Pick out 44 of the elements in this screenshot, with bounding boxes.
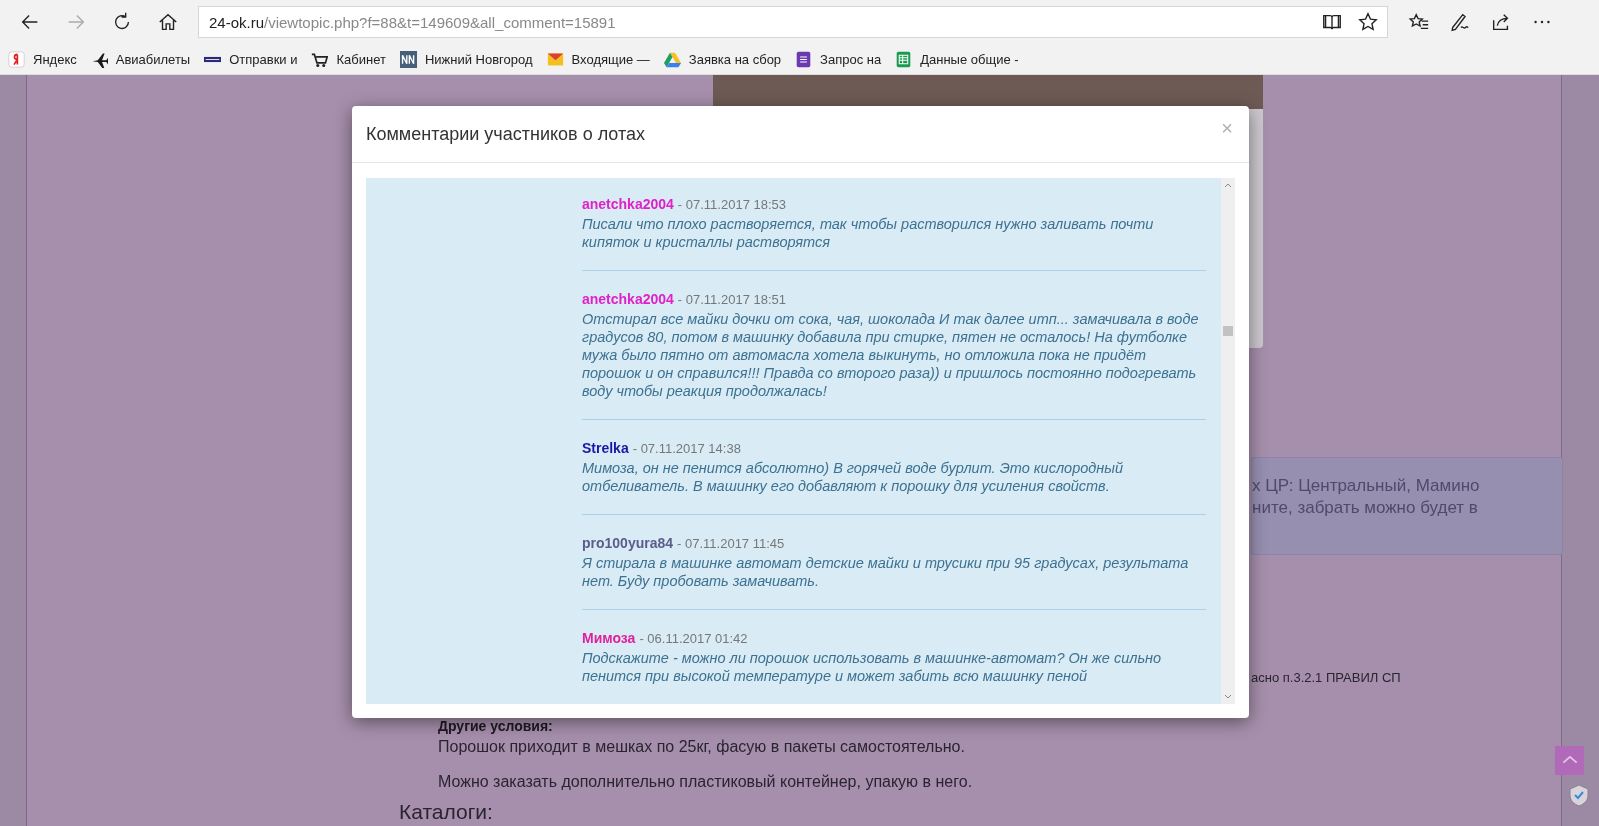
scroll-thumb[interactable] [1223,326,1233,336]
paragraph-text: Можно заказать дополнительно пластиковый контейнер, упакую в него. [438,773,973,790]
comment-date: - 06.11.2017 01:42 [639,631,748,646]
comment-date: - 07.11.2017 18:51 [677,292,787,307]
comment-date: - 07.11.2017 18:53 [677,197,787,212]
scrollbar[interactable] [1221,178,1235,704]
comment-text: Я стирала в машинке автомат детские майки и трусики при 95 градусах, результата нет. Буду пробовать замачивать. [582,554,1190,590]
bookmark-link[interactable]: Кабинет [311,50,386,68]
list-document-icon [795,50,813,68]
comment-date: - 07.11.2017 14:38 [632,441,741,456]
comment-date: - 07.11.2017 11:45 [677,536,785,551]
author-link[interactable]: pro100yura84 [582,535,674,551]
comment-text: Отстирал все майки дочки от сока, чая, шоколада И так далее итп... замачивала в воде градусов 80, потом в машинку добавила при стирке, пятен не осталось! На футболке мужа было пятно от автомасла хотела выкинуть, но отложила пока не придёт порошок и он справился!!! Правда со второго раза)) и пришлось постоянно подогревать воду чтобы реакция продолжалась! [582,310,1200,400]
comment-text: Писали что плохо растворяется, так чтобы растворился нужно заливать почти кипяток и кристаллы растворятся [582,215,1155,251]
rules-text: асно п.3.2.1 ПРАВИЛ СП [1251,670,1401,685]
info-text: х ЦР: Центральный, Мамино [1252,475,1481,497]
home-icon [157,11,179,33]
author-link[interactable]: Strelka [582,440,629,456]
bookmark-link[interactable]: Данные общие - [895,50,1019,68]
bookmark-link[interactable]: Заявка на сбор [663,50,782,68]
info-text: ните, забрать можно будет в [1252,497,1479,519]
comment-text: Подскажите - можно ли порошок использовать в машинке-автомат? Он же сильно пенится при высокой температуре и может забить всю машинку пеной [582,649,1163,685]
bookmark-link[interactable]: Авиабилеты [90,50,191,68]
bookmark-link[interactable]: Нижний Новгород [399,50,533,68]
bookmark-link[interactable]: Запрос на [795,50,882,68]
letter-badge-icon [8,50,25,68]
bookmark-link[interactable]: Яндекс [8,50,77,68]
caret-down-icon[interactable] [1224,693,1232,701]
author-link[interactable]: Мимоза [582,630,636,646]
caret-up-icon[interactable] [1224,181,1232,189]
catalog-heading: Каталоги: [399,800,493,823]
letter-badge-icon [399,50,417,68]
url-text: 24-ok.ru/viewtopic.php?f=88&t=149609&all_comment=15891 [209,13,617,31]
conditions-heading: Другие условия: [438,718,553,734]
dialog-title: Комментарии участников о лотах [366,123,646,145]
triangle-logo-icon [663,50,681,68]
bookmark-link[interactable]: Отправки и [204,50,298,68]
comment-text: Мимоза, он не пенится абсолютно) В горячей воде бурлит. Это кислородный отбеливатель. В машинку его добавляют к порошку для усиления свойств. [582,459,1124,495]
bookmark-link[interactable]: Входящие — [546,50,650,68]
pen-icon[interactable] [1449,11,1471,33]
spreadsheet-icon [895,50,913,68]
paragraph-text: Порошок приходит в мешках по 25кг, фасую в пакеты самостоятельно. [438,738,965,755]
star-icon[interactable] [1357,11,1379,33]
address-bar[interactable]: 24-ok.ru/viewtopic.php?f=88&t=149609&all_comment=15891 [198,6,1388,38]
